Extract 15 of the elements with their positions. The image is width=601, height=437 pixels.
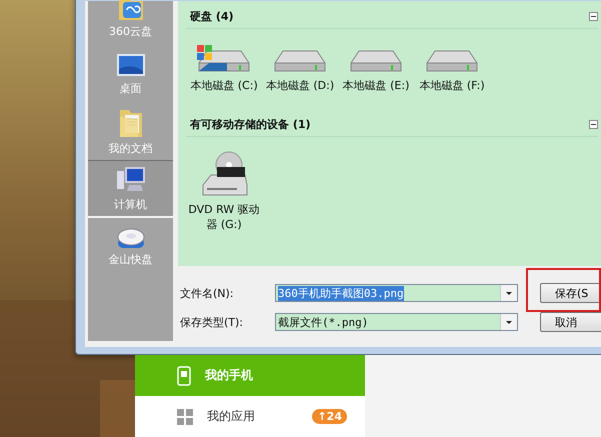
group-title: 有可移动存储的设备 (1)	[190, 117, 311, 132]
group-title: 硬盘 (4)	[190, 9, 234, 24]
drive-item[interactable]: 本地磁盘 (C:)	[186, 43, 262, 93]
nav-item[interactable]: 我的应用 ↑24	[135, 396, 365, 437]
drive-item[interactable]: DVD RW 驱动器 (G:)	[186, 151, 262, 232]
drive-item[interactable]: 本地磁盘 (E:)	[338, 43, 414, 93]
combo-field[interactable]: 截屏文件(*.png)	[275, 313, 518, 331]
drive-item[interactable]: 本地磁盘 (F:)	[414, 43, 490, 93]
save-button[interactable]: 保存(S	[540, 283, 601, 303]
combo-field[interactable]: 360手机助手截图03.png	[275, 284, 518, 302]
drive-item[interactable]: 本地磁盘 (D:)	[262, 43, 338, 93]
field-label: 保存类型(T):	[180, 314, 244, 330]
cancel-button[interactable]: 取消	[540, 312, 601, 332]
field-label: 文件名(N):	[180, 286, 235, 300]
count-badge: ↑24	[312, 409, 347, 424]
